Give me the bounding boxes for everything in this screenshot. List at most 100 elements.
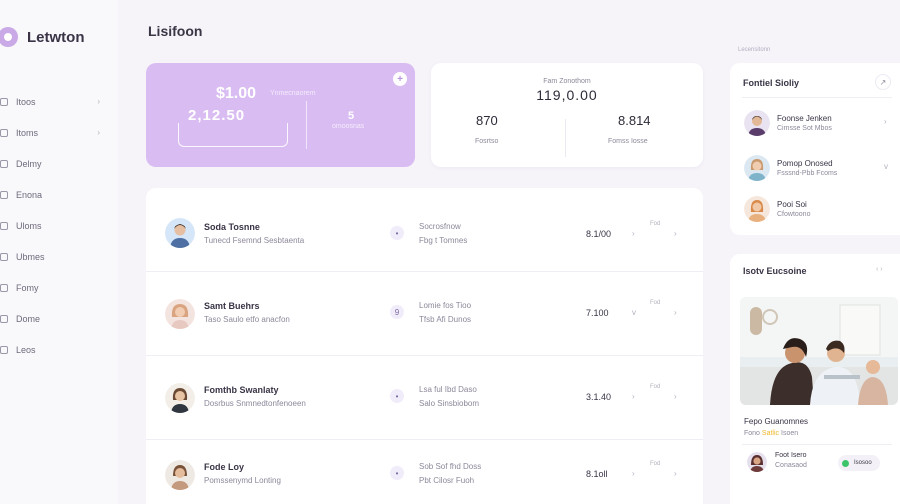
chevron-right-icon[interactable]: ›: [632, 392, 635, 401]
sidebar: Letwton Itoos › Itoms › Delmy Enona Ulom…: [0, 0, 118, 504]
sidebar-item[interactable]: Leos: [0, 334, 118, 365]
row-tag: Fod: [650, 221, 661, 227]
sidebar-nav: Itoos › Itoms › Delmy Enona Uloms Ubmes …: [0, 86, 118, 365]
caption-suffix: Isoen: [781, 430, 799, 437]
chevron-right-icon[interactable]: ›: [632, 469, 635, 478]
person-role: Cfowtoono: [777, 211, 811, 218]
avatar: [747, 452, 767, 472]
hero-note: Ynmecnaorem: [270, 90, 316, 97]
sidebar-item[interactable]: Itoms ›: [0, 117, 118, 148]
row-tag: Fod: [650, 384, 661, 390]
sidebar-item[interactable]: Uloms: [0, 210, 118, 241]
pager-icons[interactable]: ‹ ›: [876, 266, 883, 273]
nav-item-icon: [0, 252, 8, 261]
nav-item-icon: [0, 221, 8, 230]
nav-item-icon: [0, 128, 8, 137]
status-badge[interactable]: Isosoo: [838, 455, 880, 471]
photo-subcaption: Fono Satlic Isoen: [744, 430, 798, 437]
sidebar-item[interactable]: Ubmes: [0, 241, 118, 272]
stats-card: Fam Zonothom 119,0.00 870 Fosrtso 8.814 …: [431, 63, 703, 167]
nav-item-icon: [0, 283, 8, 292]
list-item[interactable]: Foonse Jenken Cimsse Sot Mbos ›: [744, 110, 894, 140]
hero-right-value: 5: [348, 110, 355, 122]
hero-sub-amount: 2,12.50: [188, 107, 246, 124]
stat-left-value: 870: [476, 113, 498, 128]
avatar: [744, 196, 770, 222]
sidebar-item[interactable]: Fomy: [0, 272, 118, 303]
chevron-right-icon[interactable]: ›: [674, 392, 677, 401]
table-row[interactable]: Fomthb Swanlaty Dosrbus Snmnedtonfenoeen…: [146, 356, 703, 440]
nav-item-icon: [0, 345, 8, 354]
list-item[interactable]: Pomop Onosed Fsssnd-Pbb Fcoms v: [744, 155, 894, 185]
divider: [742, 444, 892, 445]
divider: [742, 97, 892, 98]
plus-icon[interactable]: +: [393, 72, 407, 86]
balance-card[interactable]: $1.00 Ynmecnaorem 2,12.50 5 omoosnas +: [146, 63, 415, 167]
row-tag: Fod: [650, 461, 661, 467]
row-sub: Dosrbus Snmnedtonfenoeen: [204, 399, 306, 408]
chevron-down-icon[interactable]: v: [884, 162, 888, 171]
table-row[interactable]: Soda Tosnne Tunecd Fsemnd Sesbtaenta • S…: [146, 188, 703, 272]
chevron-right-icon[interactable]: ›: [674, 229, 677, 238]
stat-left-label: Fosrtso: [475, 138, 499, 145]
row-sub: Pomssenymd Lonting: [204, 476, 281, 485]
chevron-right-icon: ›: [97, 97, 100, 106]
row-detail: Salo Sinsbiobom: [419, 399, 480, 408]
photo-caption: Fepo Guanomnes: [744, 417, 809, 426]
row-amount: 8.1/00: [586, 229, 612, 239]
row-type-icon: •: [390, 466, 404, 480]
sidebar-item[interactable]: Delmy: [0, 148, 118, 179]
avatar: [744, 155, 770, 181]
stat-right-label: Fomss Iosse: [608, 138, 648, 145]
sidebar-item[interactable]: Dome: [0, 303, 118, 334]
featured-panel: Isotv Eucsoine ‹ › Fepo Guanomnes Fono S…: [730, 254, 900, 504]
brand[interactable]: Letwton: [0, 27, 85, 47]
sidebar-item-label: Dome: [16, 313, 41, 324]
row-name: Samt Buehrs: [204, 301, 260, 311]
row-type-icon: •: [390, 389, 404, 403]
row-detail: Socrosfnow: [419, 222, 461, 231]
sidebar-item-label: Ubmes: [16, 251, 45, 262]
nav-item-icon: [0, 314, 8, 323]
sidebar-item-label: Itoos: [16, 96, 36, 107]
avatar: [165, 218, 195, 248]
sidebar-item[interactable]: Enona: [0, 179, 118, 210]
avatar: [165, 460, 195, 490]
sidebar-item-label: Enona: [16, 189, 43, 200]
sidebar-item-label: Fomy: [16, 282, 39, 293]
nav-item-icon: [0, 190, 8, 199]
divider: [306, 101, 307, 149]
table-row[interactable]: Samt Buehrs Taso Saulo etfo anacfon 9 Lo…: [146, 272, 703, 356]
logo-icon: [0, 27, 18, 47]
list-item[interactable]: Pooi Soi Cfowtoono: [744, 196, 894, 226]
panel-hint: Lecensitonn: [738, 47, 771, 53]
expand-icon[interactable]: ↗: [875, 74, 891, 90]
brand-name: Letwton: [27, 28, 85, 46]
row-name: Soda Tosnne: [204, 222, 260, 232]
chevron-right-icon[interactable]: ›: [632, 229, 635, 238]
chevron-right-icon[interactable]: ›: [674, 469, 677, 478]
caption-prefix: Fono: [744, 430, 760, 437]
status-badge-label: Isosoo: [854, 460, 872, 466]
row-detail: Pbt Cilosr Fuoh: [419, 476, 475, 485]
table-row[interactable]: Fode Loy Pomssenymd Lonting • Sob Sof fh…: [146, 440, 703, 504]
row-tag: Fod: [650, 300, 661, 306]
hero-bracket: [178, 123, 288, 147]
nav-item-icon: [0, 97, 8, 106]
chevron-right-icon[interactable]: ›: [884, 117, 887, 126]
row-name: Fode Loy: [204, 462, 244, 472]
chevron-right-icon[interactable]: ›: [674, 308, 677, 317]
caption-highlight[interactable]: Satlic: [762, 430, 779, 437]
contacts-panel: Fontiel Sioliy ↗ Foonse Jenken Cimsse So…: [730, 63, 900, 235]
featured-photo[interactable]: [740, 297, 898, 405]
page-title: Lisifoon: [148, 23, 203, 39]
divider: [565, 119, 566, 157]
row-detail: Sob Sof fhd Doss: [419, 462, 482, 471]
chevron-down-icon[interactable]: v: [632, 308, 636, 317]
sidebar-item-label: Itoms: [16, 127, 39, 138]
person-name: Pooi Soi: [777, 200, 807, 209]
stats-total: 119,0.00: [536, 87, 598, 103]
person-name: Pomop Onosed: [777, 159, 833, 168]
sidebar-item[interactable]: Itoos ›: [0, 86, 118, 117]
row-type-icon: •: [390, 226, 404, 240]
